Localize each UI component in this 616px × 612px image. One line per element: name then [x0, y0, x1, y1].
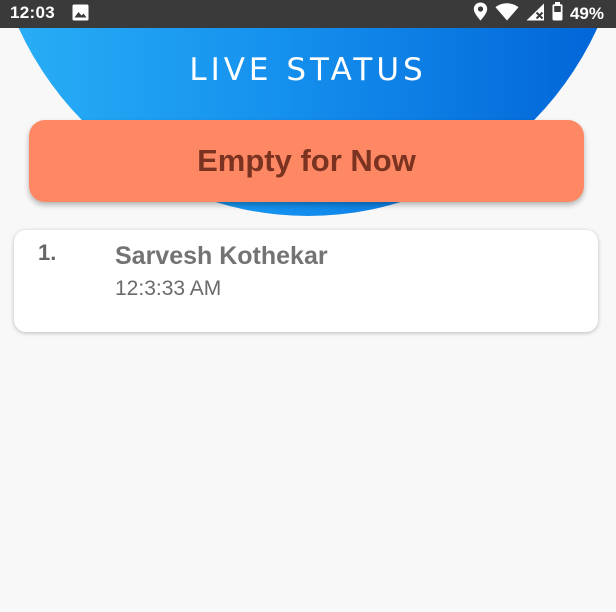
image-icon — [72, 4, 89, 26]
status-icons: 49% — [473, 2, 604, 26]
status-time: 12:03 — [10, 3, 55, 22]
wifi-icon — [495, 2, 519, 26]
list-item[interactable]: 1. Sarvesh Kothekar 12:3:33 AM — [14, 230, 598, 332]
location-icon — [473, 2, 488, 26]
item-index: 1. — [38, 240, 57, 265]
status-list: 1. Sarvesh Kothekar 12:3:33 AM — [14, 230, 598, 332]
status-bar: 12:03 49% — [0, 0, 616, 28]
empty-status-banner[interactable]: Empty for Now — [29, 120, 584, 202]
battery-percentage: 49% — [569, 4, 604, 23]
signal-icon — [526, 3, 545, 26]
battery-icon — [552, 2, 563, 26]
page-title: LIVE STATUS — [189, 52, 427, 88]
item-timestamp: 12:3:33 AM — [115, 277, 222, 300]
item-name: Sarvesh Kothekar — [115, 242, 328, 270]
